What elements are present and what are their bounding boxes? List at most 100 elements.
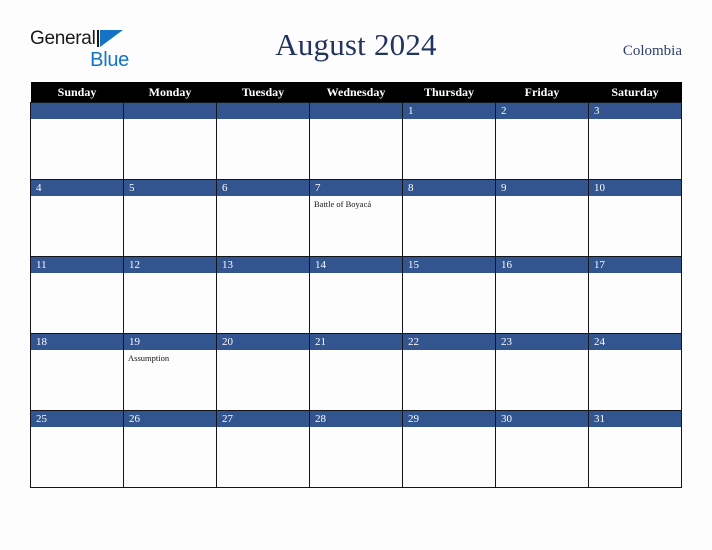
day-events — [403, 273, 495, 276]
country-label: Colombia — [622, 43, 682, 59]
calendar-day-cell-3[interactable]: 3 — [588, 102, 682, 180]
calendar-day-cell-20[interactable]: 20 — [216, 333, 310, 411]
calendar-day-cell-29[interactable]: 29 — [402, 410, 496, 488]
day-number: 27 — [217, 411, 309, 427]
day-number: 13 — [217, 257, 309, 273]
day-number: 15 — [403, 257, 495, 273]
calendar-day-cell-empty[interactable] — [216, 102, 310, 180]
day-events — [403, 427, 495, 430]
day-events — [217, 119, 309, 122]
day-number: 7 — [310, 180, 402, 196]
weekday-header-friday: Friday — [495, 82, 589, 103]
calendar-day-cell-23[interactable]: 23 — [495, 333, 589, 411]
calendar-day-cell-22[interactable]: 22 — [402, 333, 496, 411]
weekday-header-tuesday: Tuesday — [216, 82, 310, 103]
day-number — [31, 103, 123, 119]
calendar-day-cell-4[interactable]: 4 — [30, 179, 124, 257]
day-number: 29 — [403, 411, 495, 427]
weekday-header-wednesday: Wednesday — [309, 82, 403, 103]
weekday-header-thursday: Thursday — [402, 82, 496, 103]
day-events — [31, 119, 123, 122]
calendar-day-cell-1[interactable]: 1 — [402, 102, 496, 180]
day-number: 28 — [310, 411, 402, 427]
calendar-day-cell-11[interactable]: 11 — [30, 256, 124, 334]
calendar-day-cell-21[interactable]: 21 — [309, 333, 403, 411]
day-events: Assumption — [124, 350, 216, 364]
day-events — [496, 350, 588, 353]
day-number: 8 — [403, 180, 495, 196]
calendar-day-cell-18[interactable]: 18 — [30, 333, 124, 411]
weekday-header-monday: Monday — [123, 82, 217, 103]
calendar-week-row: 123 — [30, 102, 682, 180]
day-events — [217, 196, 309, 199]
calendar-week-row: 25 26 27 28 29 30 31 — [30, 410, 682, 488]
calendar-day-cell-empty[interactable] — [309, 102, 403, 180]
day-events — [589, 350, 681, 353]
calendar-day-cell-2[interactable]: 2 — [495, 102, 589, 180]
day-events — [496, 427, 588, 430]
day-events — [310, 427, 402, 430]
day-events — [31, 350, 123, 353]
day-events: Battle of Boyacá — [310, 196, 402, 210]
calendar-day-cell-8[interactable]: 8 — [402, 179, 496, 257]
weekday-header-sunday: Sunday — [30, 82, 124, 103]
calendar-day-cell-19[interactable]: 19 Assumption — [123, 333, 217, 411]
calendar-page: General Blue August 2024 Colombia Sunday… — [0, 0, 712, 550]
calendar-day-cell-empty[interactable] — [30, 102, 124, 180]
day-number: 5 — [124, 180, 216, 196]
calendar-day-cell-28[interactable]: 28 — [309, 410, 403, 488]
day-number: 23 — [496, 334, 588, 350]
calendar-day-cell-6[interactable]: 6 — [216, 179, 310, 257]
calendar-day-cell-14[interactable]: 14 — [309, 256, 403, 334]
weekday-header-row: Sunday Monday Tuesday Wednesday Thursday Frid… — [30, 82, 682, 103]
calendar-day-cell-9[interactable]: 9 — [495, 179, 589, 257]
day-events — [31, 427, 123, 430]
calendar-day-cell-10[interactable]: 10 — [588, 179, 682, 257]
day-number: 21 — [310, 334, 402, 350]
day-events — [217, 427, 309, 430]
day-events — [589, 427, 681, 430]
calendar-grid: Sunday Monday Tuesday Wednesday Thursday Frid… — [30, 82, 682, 488]
day-events — [403, 350, 495, 353]
calendar-day-cell-25[interactable]: 25 — [30, 410, 124, 488]
day-number: 24 — [589, 334, 681, 350]
day-number: 3 — [589, 103, 681, 119]
day-events — [310, 119, 402, 122]
day-number: 10 — [589, 180, 681, 196]
holiday-label: Assumption — [128, 353, 170, 363]
calendar-day-cell-empty[interactable] — [123, 102, 217, 180]
page-title: August 2024 — [275, 27, 437, 62]
page-header: General Blue August 2024 Colombia — [30, 25, 682, 77]
calendar-day-cell-27[interactable]: 27 — [216, 410, 310, 488]
calendar-body: 1 2 3 4 5 6 7 Battle of Boyacá 8 9 10 11 12 13 14 15 16 1… — [30, 102, 682, 488]
day-events — [403, 196, 495, 199]
day-number: 12 — [124, 257, 216, 273]
day-number: 31 — [589, 411, 681, 427]
calendar-day-cell-16[interactable]: 16 — [495, 256, 589, 334]
calendar-day-cell-17[interactable]: 17 — [588, 256, 682, 334]
day-number: 19 — [124, 334, 216, 350]
calendar-day-cell-7[interactable]: 7 Battle of Boyacá — [309, 179, 403, 257]
day-events — [217, 273, 309, 276]
day-events — [124, 196, 216, 199]
day-number: 11 — [31, 257, 123, 273]
day-events — [217, 350, 309, 353]
day-number: 20 — [217, 334, 309, 350]
day-number: 6 — [217, 180, 309, 196]
calendar-header-row: Sunday Monday Tuesday Wednesday Thursday Frid… — [30, 82, 682, 103]
calendar-day-cell-31[interactable]: 31 — [588, 410, 682, 488]
calendar-day-cell-15[interactable]: 15 — [402, 256, 496, 334]
calendar-day-cell-26[interactable]: 26 — [123, 410, 217, 488]
weekday-header-saturday: Saturday — [588, 82, 682, 103]
day-number: 1 — [403, 103, 495, 119]
day-number: 30 — [496, 411, 588, 427]
calendar-day-cell-12[interactable]: 12 — [123, 256, 217, 334]
day-events — [589, 119, 681, 122]
calendar-day-cell-30[interactable]: 30 — [495, 410, 589, 488]
day-events — [589, 273, 681, 276]
day-events — [310, 273, 402, 276]
calendar-day-cell-13[interactable]: 13 — [216, 256, 310, 334]
calendar-day-cell-5[interactable]: 5 — [123, 179, 217, 257]
calendar-day-cell-24[interactable]: 24 — [588, 333, 682, 411]
calendar-week-row: 11 12 13 14 15 16 17 — [30, 256, 682, 334]
